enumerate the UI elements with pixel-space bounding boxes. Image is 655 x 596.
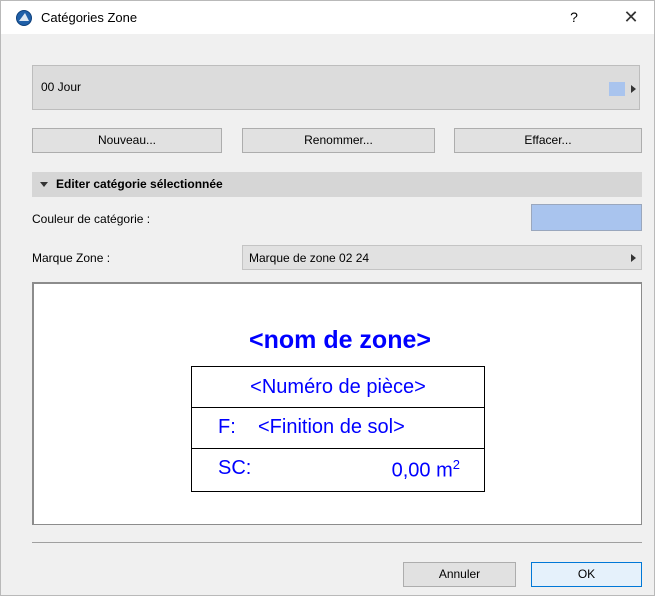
preview-zone-name: <nom de zone> bbox=[249, 326, 431, 354]
category-color-swatch bbox=[609, 82, 625, 96]
delete-button[interactable]: Effacer... bbox=[454, 128, 642, 153]
preview-area-exponent: 2 bbox=[452, 457, 460, 472]
category-color-picker[interactable] bbox=[531, 204, 642, 231]
help-button[interactable]: ? bbox=[559, 1, 589, 34]
zone-stamp-value: Marque de zone 02 24 bbox=[249, 251, 370, 265]
title-bar: Catégories Zone ? ✕ bbox=[1, 1, 654, 34]
ok-button[interactable]: OK bbox=[531, 562, 642, 587]
selected-category-label: 00 Jour bbox=[41, 80, 82, 94]
rename-button[interactable]: Renommer... bbox=[242, 128, 435, 153]
preview-area-row: SC: 0,00 m2 bbox=[192, 449, 484, 490]
zone-stamp-preview: <nom de zone> <Numéro de pièce> F: <Fini… bbox=[32, 282, 642, 525]
preview-finish-value: <Finition de sol> bbox=[258, 416, 405, 438]
section-title: Editer catégorie sélectionnée bbox=[56, 177, 223, 191]
footer-divider bbox=[32, 542, 642, 543]
edit-category-section-header[interactable]: Editer catégorie sélectionnée bbox=[32, 172, 642, 197]
caret-down-icon bbox=[40, 182, 48, 187]
chevron-right-icon bbox=[631, 254, 636, 262]
preview-finish-row: F: <Finition de sol> bbox=[192, 408, 484, 449]
categories-zone-dialog: Catégories Zone ? ✕ 00 Jour Nouveau... R… bbox=[0, 0, 655, 596]
preview-finish-prefix: F: bbox=[218, 416, 236, 438]
preview-stamp-table: <Numéro de pièce> F: <Finition de sol> S… bbox=[191, 366, 485, 492]
archicad-app-icon bbox=[16, 10, 32, 26]
zone-stamp-label: Marque Zone : bbox=[32, 251, 111, 265]
category-selector[interactable]: 00 Jour bbox=[32, 65, 640, 110]
close-button[interactable]: ✕ bbox=[613, 1, 649, 34]
category-color-label: Couleur de catégorie : bbox=[32, 212, 151, 226]
window-title: Catégories Zone bbox=[41, 10, 138, 25]
preview-room-number: <Numéro de pièce> bbox=[192, 367, 484, 408]
new-button[interactable]: Nouveau... bbox=[32, 128, 222, 153]
preview-area-label: SC: bbox=[218, 457, 252, 479]
preview-area-value: 0,00 m2 bbox=[391, 457, 460, 482]
zone-stamp-select[interactable]: Marque de zone 02 24 bbox=[242, 245, 642, 270]
chevron-right-icon[interactable] bbox=[631, 85, 636, 93]
cancel-button[interactable]: Annuler bbox=[403, 562, 516, 587]
